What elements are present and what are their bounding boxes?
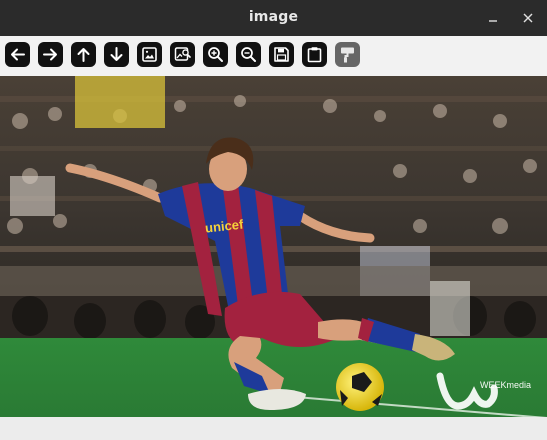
minimize-button[interactable]: [483, 8, 503, 28]
arrow-right-icon: [43, 48, 57, 61]
close-icon: [523, 13, 533, 23]
zoom-in-icon: [208, 47, 223, 62]
watermark-text: WEEKmedia: [480, 380, 531, 390]
save-button[interactable]: [269, 42, 294, 67]
soccer-ball: [336, 363, 384, 411]
minimize-icon: [489, 20, 497, 22]
save-icon: [274, 47, 289, 62]
paint-button[interactable]: [335, 42, 360, 67]
toolbar: [0, 36, 547, 76]
up-button[interactable]: [71, 42, 96, 67]
zoom-out-icon: [241, 47, 256, 62]
clipboard-button[interactable]: [302, 42, 327, 67]
image-canvas[interactable]: unicef WEEKmedia: [0, 76, 547, 417]
zoom-in-button[interactable]: [203, 42, 228, 67]
zoom-out-button[interactable]: [236, 42, 261, 67]
arrow-up-icon: [77, 48, 90, 62]
paint-roller-icon: [341, 47, 354, 63]
arrow-left-icon: [11, 48, 25, 61]
image-search-button[interactable]: [170, 42, 195, 67]
clipboard-icon: [307, 47, 322, 63]
arrow-down-icon: [110, 47, 123, 61]
open-image-button[interactable]: [137, 42, 162, 67]
next-button[interactable]: [38, 42, 63, 67]
down-button[interactable]: [104, 42, 129, 67]
image-icon: [142, 47, 157, 62]
soccer-photo: unicef WEEKmedia: [0, 76, 547, 417]
close-button[interactable]: [518, 8, 538, 28]
title-bar: image: [0, 0, 547, 36]
status-bar: [0, 417, 547, 440]
window-title: image: [248, 9, 299, 25]
image-search-icon: [174, 47, 191, 61]
previous-button[interactable]: [5, 42, 30, 67]
